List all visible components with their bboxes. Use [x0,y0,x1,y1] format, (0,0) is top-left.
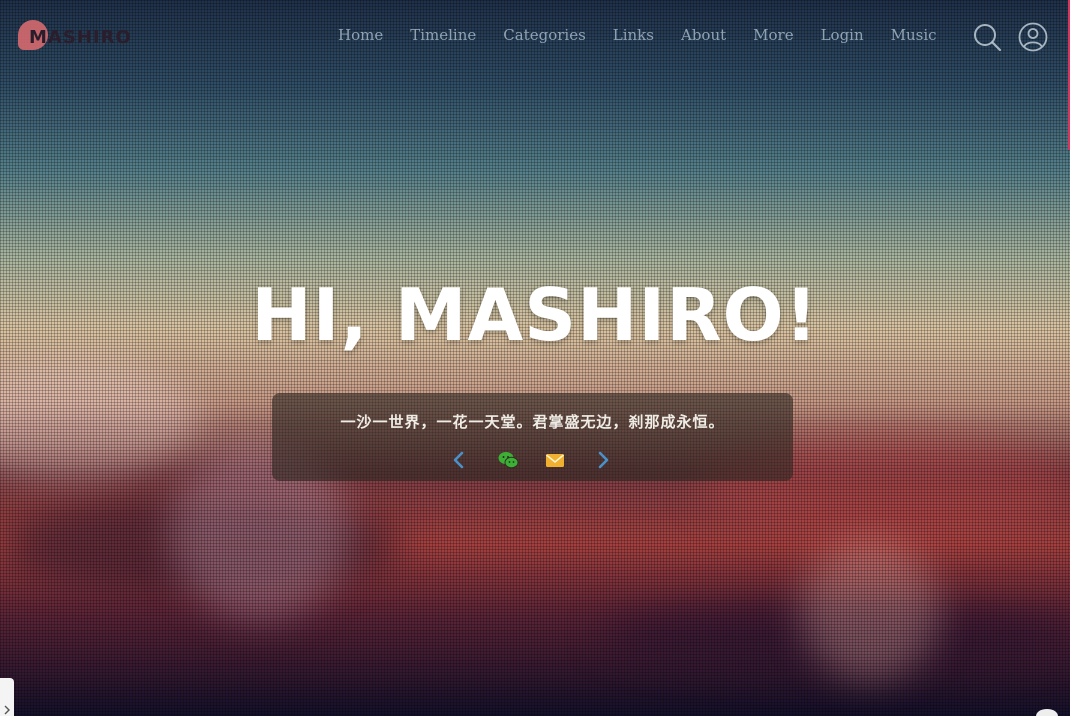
motto-panel: 一沙一世界，一花一天堂。君掌盛无边，刹那成永恒。 [272,393,793,481]
logo-text: MASHIRO [29,26,132,48]
nav-item-categories[interactable]: Categories [503,26,586,44]
chevron-right-icon [4,705,10,715]
back-to-top-button[interactable] [1036,709,1058,716]
nav-item-music[interactable]: Music [891,26,937,44]
chevron-left-icon [453,451,464,469]
hero-title: HI, MASHIRO! [251,273,819,357]
side-panel-toggle[interactable] [0,678,14,716]
chevron-right-icon [598,451,609,469]
site-header: MASHIRO Home Timeline Categories Links A… [0,0,1070,150]
user-button[interactable] [1018,22,1048,52]
next-motto-button[interactable] [592,449,614,471]
nav-item-login[interactable]: Login [821,26,864,44]
nav-item-home[interactable]: Home [338,26,383,44]
nav-item-more[interactable]: More [753,26,793,44]
wechat-link[interactable] [497,449,519,471]
main-nav: Home Timeline Categories Links About Mor… [338,26,937,44]
wechat-icon [498,452,519,469]
nav-item-links[interactable]: Links [613,26,654,44]
email-link[interactable] [544,449,566,471]
search-icon [974,24,1002,52]
background-bokeh [0,360,200,480]
page: MASHIRO Home Timeline Categories Links A… [0,0,1070,716]
nav-item-timeline[interactable]: Timeline [410,26,476,44]
nav-item-about[interactable]: About [681,26,726,44]
site-logo[interactable]: MASHIRO [18,20,132,54]
mail-icon [546,454,564,467]
social-icons [272,449,793,471]
motto-text: 一沙一世界，一花一天堂。君掌盛无边，刹那成永恒。 [340,413,725,431]
user-icon [1018,22,1048,52]
search-button[interactable] [972,22,1002,52]
previous-motto-button[interactable] [448,449,470,471]
background-bokeh [800,540,940,680]
